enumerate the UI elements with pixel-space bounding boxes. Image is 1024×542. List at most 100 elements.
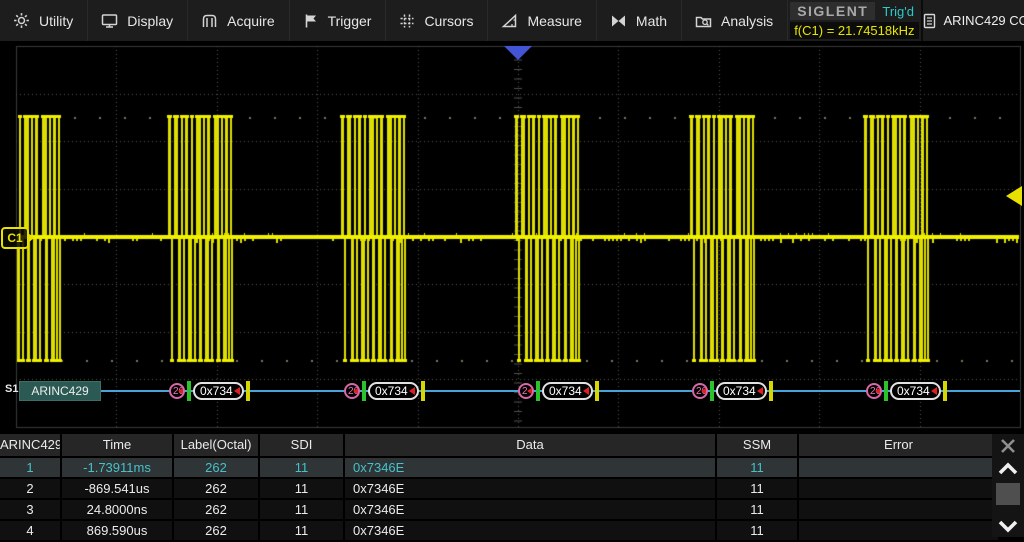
gear-icon [13,12,30,29]
siglent-logo: SIGLENT [790,2,875,20]
decode-packet: 26 0x734 [866,380,947,402]
math-icon [610,14,627,28]
sdi-marker-bar [536,381,540,401]
ssm-marker-bar [943,381,947,401]
decode-table: ARINC429 Time Label(Octal) SDI Data SSM … [0,434,990,542]
cell-data: 0x7346E [345,500,715,519]
menu-item-analysis[interactable]: Analysis [682,0,788,41]
analysis-icon [695,13,712,29]
oscilloscope-screen: { "menubar": { "items": [ {"label": "Uti… [0,0,1024,537]
cell-time: -869.541us [62,479,172,498]
menu-item-cursors[interactable]: Cursors [386,0,488,41]
measure-icon [501,13,518,29]
cell-sdi: 11 [260,500,343,519]
table-row[interactable]: 324.8000ns262110x7346E11 [0,500,990,519]
decode-table-body: 1-1.73911ms262110x7346E112-869.541us2621… [0,458,990,540]
arinc429-config-button[interactable]: ARINC429 CONFIG [921,0,1024,41]
cell-data: 0x7346E [345,458,715,477]
cell-n: 2 [0,479,60,498]
cell-label: 262 [174,458,258,477]
cell-data: 0x7346E [345,521,715,540]
truncation-arrow-icon [527,387,533,395]
cell-sdi: 11 [260,458,343,477]
waveform-area: C1 S1 ARINC429 26 0x734 26 0x734 2 0x734 26 0x7… [0,42,1024,437]
table-close-button[interactable] [992,434,1024,458]
packet-data-box: 0x734 [368,382,419,400]
truncation-arrow-icon [931,387,937,395]
decode-packet: 26 0x734 [169,380,250,402]
trigger-status-block: SIGLENT Trig'd f(C1) = 21.74518kHz [788,0,920,41]
ssm-marker-bar [769,381,773,401]
cell-error [799,500,998,519]
cursors-icon [399,13,415,29]
decode-packet: 2 0x734 [518,380,599,402]
document-icon [923,13,936,29]
cell-time: 869.590us [62,521,172,540]
decode-bus-row: S1 ARINC429 260x734260x73420x734260x7342… [0,378,1024,406]
cell-n: 3 [0,500,60,519]
bus-s1-label: S1 [5,383,18,395]
trigger-flag-icon [303,13,319,29]
sdi-marker-bar [187,381,191,401]
menubar-items: UtilityDisplayAcquireTriggerCursorsMeasu… [0,0,788,41]
truncation-arrow-icon [875,387,881,395]
packet-data-box: 0x734 [716,382,767,400]
menu-item-trigger[interactable]: Trigger [290,0,387,41]
display-icon [101,13,118,29]
cell-n: 4 [0,521,60,540]
packet-label-bubble: 26 [866,383,882,399]
col-header-ssm: SSM [717,434,797,456]
cell-ssm: 11 [717,500,797,519]
menu-item-display[interactable]: Display [88,0,188,41]
decode-packet: 26 0x734 [344,380,425,402]
truncation-arrow-icon [178,387,184,395]
scrollbar-thumb[interactable] [996,483,1020,505]
brand-row: SIGLENT Trig'd [790,2,918,20]
table-row[interactable]: 4869.590us262110x7346E11 [0,521,990,540]
cell-ssm: 11 [717,458,797,477]
ssm-marker-bar [246,381,250,401]
cell-ssm: 11 [717,521,797,540]
packet-label-bubble: 2 [518,383,534,399]
cell-error [799,521,998,540]
sdi-marker-bar [362,381,366,401]
packet-label-bubble: 26 [169,383,185,399]
table-row[interactable]: 1-1.73911ms262110x7346E11 [0,458,990,477]
trigger-status: Trig'd [882,4,914,19]
table-row[interactable]: 2-869.541us262110x7346E11 [0,479,990,498]
cell-sdi: 11 [260,521,343,540]
cell-time: -1.73911ms [62,458,172,477]
cell-error [799,458,998,477]
menu-item-utility[interactable]: Utility [0,0,88,41]
truncation-arrow-icon [409,387,415,395]
protocol-name-box[interactable]: ARINC429 [19,381,101,401]
packet-data-box: 0x734 [193,382,244,400]
channel-c1-badge[interactable]: C1 [1,227,29,249]
sdi-marker-bar [884,381,888,401]
cell-label: 262 [174,479,258,498]
col-header-label: Label(Octal) [174,434,258,456]
cell-ssm: 11 [717,479,797,498]
trigger-level-arrow[interactable] [1006,186,1022,206]
scroll-down-button[interactable] [992,515,1024,537]
packet-label-bubble: 26 [344,383,360,399]
packet-data-box: 0x734 [890,382,941,400]
menu-item-measure[interactable]: Measure [488,0,596,41]
cell-error [799,479,998,498]
scroll-up-button[interactable] [992,458,1024,480]
trigger-position-marker[interactable] [504,46,532,60]
cell-data: 0x7346E [345,479,715,498]
ssm-marker-bar [421,381,425,401]
truncation-arrow-icon [583,387,589,395]
cell-time: 24.8000ns [62,500,172,519]
truncation-arrow-icon [757,387,763,395]
menu-item-math[interactable]: Math [597,0,682,41]
cell-sdi: 11 [260,479,343,498]
frequency-readout: f(C1) = 21.74518kHz [790,22,918,39]
col-header-error: Error [799,434,998,456]
menubar: UtilityDisplayAcquireTriggerCursorsMeasu… [0,0,1024,42]
packet-data-box: 0x734 [542,382,593,400]
col-header-time: Time [62,434,172,456]
menu-item-acquire[interactable]: Acquire [188,0,289,41]
table-corner-label: ARINC429 [0,434,60,456]
